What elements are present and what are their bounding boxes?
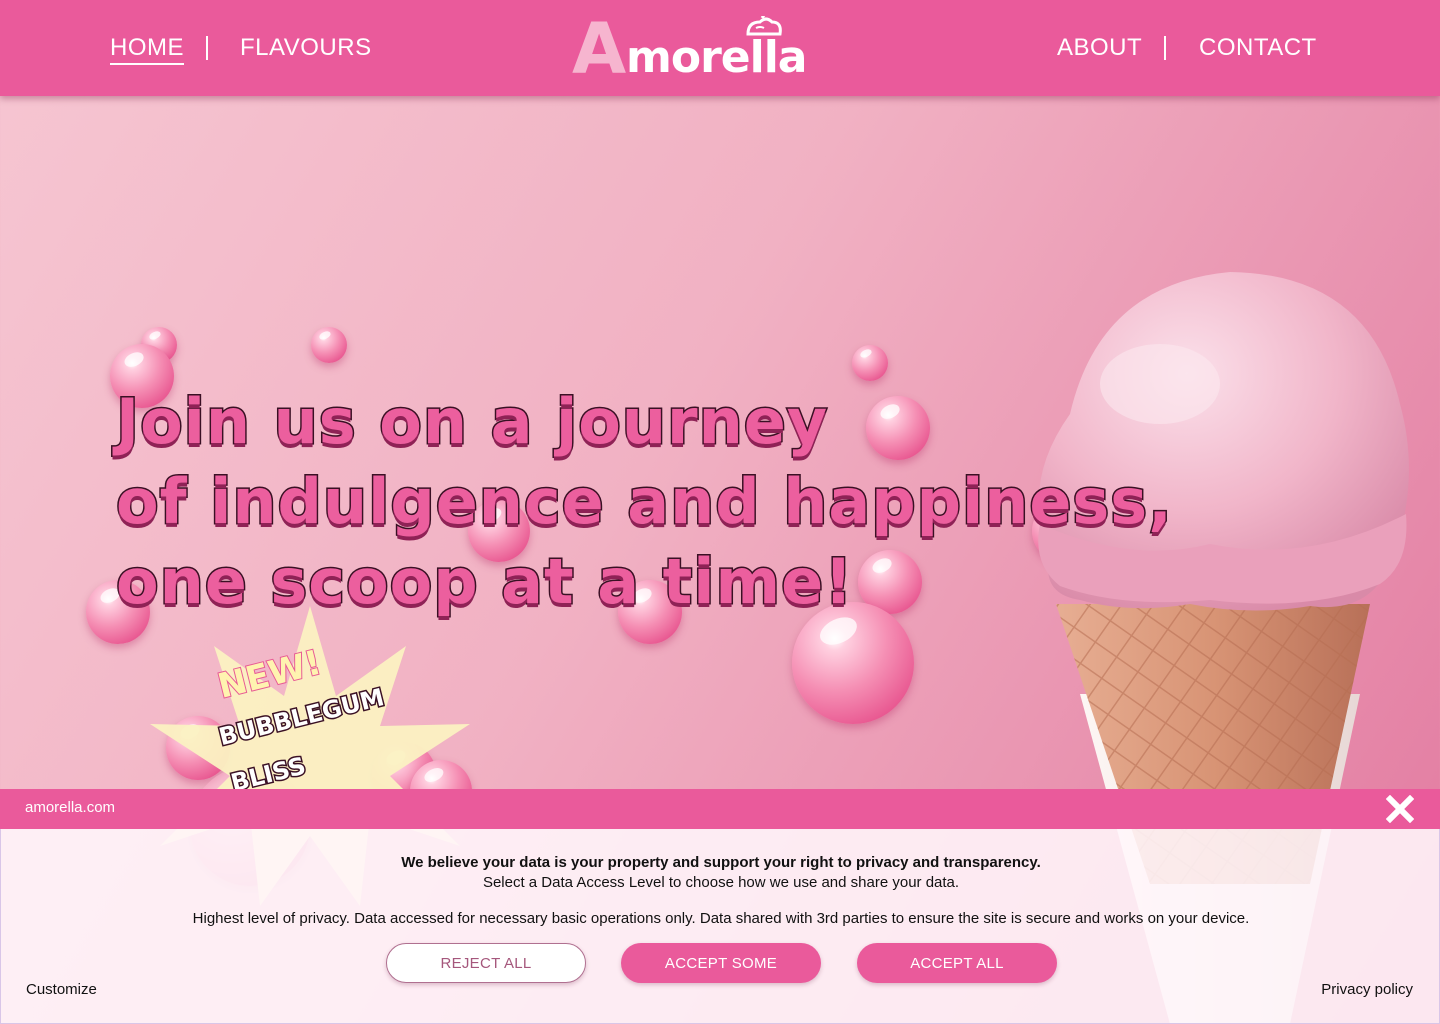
bubble-decoration xyxy=(852,345,888,381)
cookie-domain: amorella.com xyxy=(25,799,116,816)
site-header: HOME FLAVOURS A morella ABOUT CONTACT xyxy=(0,0,1440,96)
reject-all-button[interactable]: REJECT ALL xyxy=(386,943,586,983)
headline-line-2: of indulgence and happiness, xyxy=(115,464,1174,540)
nav-about-link[interactable]: ABOUT xyxy=(1057,34,1142,62)
cookie-description: Highest level of privacy. Data accessed … xyxy=(192,910,1250,927)
nav-divider xyxy=(1164,36,1166,60)
cookie-title: We believe your data is your property an… xyxy=(401,854,1041,871)
nav-flavours-link[interactable]: FLAVOURS xyxy=(240,34,372,62)
logo-initial: A xyxy=(572,8,627,90)
nav-home-link[interactable]: HOME xyxy=(110,34,184,65)
brand-logo[interactable]: A morella xyxy=(572,8,838,90)
cookie-subtitle: Select a Data Access Level to choose how… xyxy=(482,874,960,891)
privacy-policy-link[interactable]: Privacy policy xyxy=(1321,981,1413,998)
nav-contact-link[interactable]: CONTACT xyxy=(1199,34,1317,62)
customize-link[interactable]: Customize xyxy=(26,981,97,998)
headline-line-1: Join us on a journey xyxy=(115,384,829,460)
cookie-banner-header: amorella.com xyxy=(0,789,1440,829)
accept-some-button[interactable]: ACCEPT SOME xyxy=(621,943,821,983)
ice-cream-cup-icon xyxy=(746,16,782,36)
close-x-icon[interactable] xyxy=(1386,795,1414,823)
hero-headline: Join us on a journey of indulgence and h… xyxy=(115,382,1174,622)
cookie-consent-panel: We believe your data is your property an… xyxy=(0,829,1440,1024)
bubble-decoration xyxy=(311,327,347,363)
nav-divider xyxy=(206,36,208,60)
accept-all-button[interactable]: ACCEPT ALL xyxy=(857,943,1057,983)
headline-line-3: one scoop at a time! xyxy=(115,544,854,620)
